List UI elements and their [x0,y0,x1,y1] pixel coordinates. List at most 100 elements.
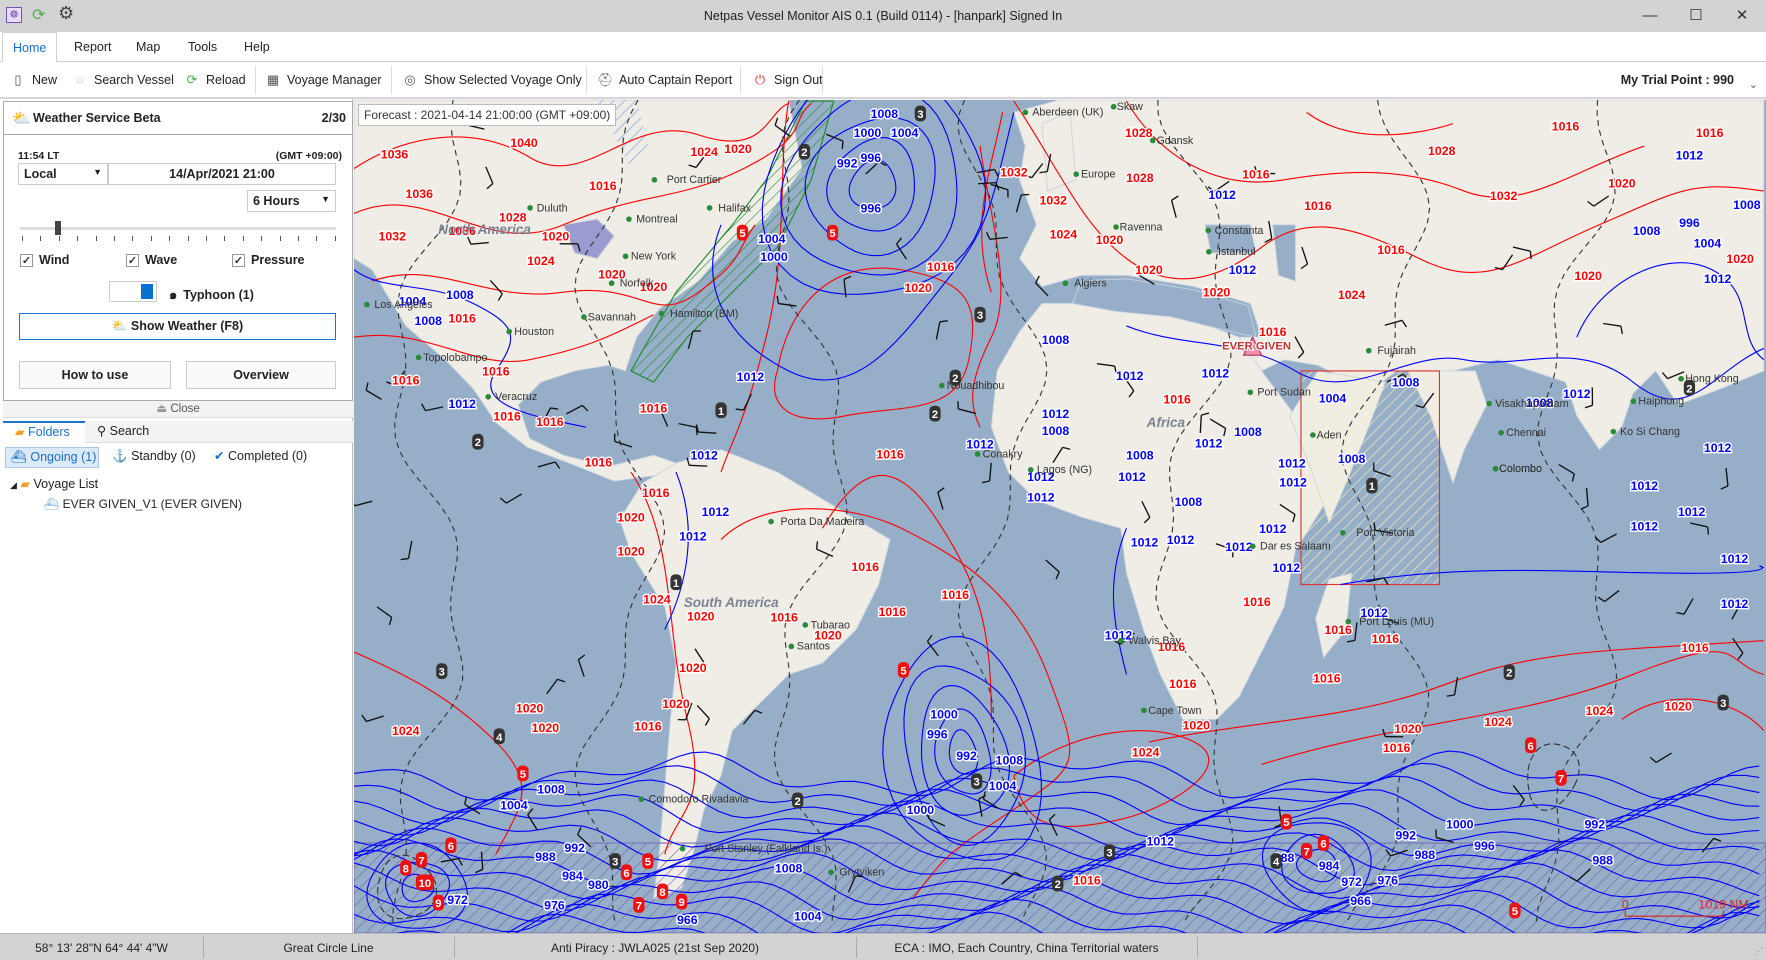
tree-voyage-item[interactable]: ⛴ EVER GIVEN_V1 (EVER GIVEN) [44,496,242,512]
toggle-knob [141,284,153,299]
svg-text:Colombo: Colombo [1499,463,1542,475]
svg-text:Santos: Santos [797,641,830,653]
slider-thumb[interactable] [54,221,61,235]
anti-piracy-status[interactable]: Anti Piracy : JWLA025 (21st Sep 2020) [454,941,856,955]
port-marker[interactable]: Gdansk [1149,135,1194,147]
minimize-button[interactable]: — [1630,4,1670,28]
low-pressure-label: 1012 [1259,522,1287,536]
resize-grip-icon[interactable]: ⋰ [1754,946,1763,957]
close-weather-panel-button[interactable]: ⏏ Close [3,401,353,418]
expand-triangle-icon[interactable]: ◢ [10,480,17,490]
weather-sun-cloud-icon: ⛅ [12,110,31,127]
high-pressure-label: 1016 [536,415,564,429]
maximize-button[interactable]: ☐ [1676,4,1716,28]
close-window-button[interactable]: ✕ [1722,4,1762,28]
weather-map[interactable]: 1040 1036 1036 1032 1036 1028 1020 1024 1020 1016… [354,100,1766,933]
port-marker[interactable]: Dar es Salaam [1249,541,1331,553]
low-pressure-label: 1012 [1042,407,1070,421]
pressure-checkbox[interactable]: ✓ Pressure [232,253,305,267]
high-wave-label: 8 [656,883,669,900]
low-pressure-label: 992 [1395,829,1416,843]
port-marker[interactable]: Hong Kong [1678,373,1739,385]
show-weather-button[interactable]: ⛅ Show Weather (F8) [19,313,336,340]
eca-status[interactable]: ECA : IMO, Each Country, China Territori… [856,941,1197,955]
port-marker[interactable]: Algiers [1062,278,1107,290]
chevron-down-icon[interactable]: ⌄ [1749,78,1758,91]
map-canvas[interactable]: 1040103610361032 103610281020102410201016… [354,100,1766,933]
low-pressure-label: 1004 [500,798,528,812]
port-marker[interactable]: Port Louis (MU) [1345,616,1434,628]
port-marker[interactable]: Comodoro Rivadavia [638,794,749,806]
vessel-name-label[interactable]: EVER GIVEN [1221,339,1292,353]
menu-help[interactable]: Help [234,32,280,62]
show-selected-voyage-button[interactable]: ◎ Show Selected Voyage Only [402,62,581,97]
high-pressure-label: 1020 [1574,269,1602,283]
menu-tools[interactable]: Tools [178,32,227,62]
port-marker[interactable]: Ko Si Chang [1610,426,1680,438]
filter-completed[interactable]: ✔ Completed (0) [214,447,307,468]
timezone-select[interactable]: Local ▼ [18,163,108,185]
port-marker[interactable]: Port Sudan [1247,387,1311,399]
power-icon: ⏻ [754,71,766,87]
high-wave-label: 5 [1509,902,1521,919]
sign-out-button[interactable]: ⏻ Sign Out [752,62,823,97]
port-marker[interactable]: Los Angeles [364,299,433,311]
port-marker[interactable]: Haiphong [1630,396,1685,408]
low-pressure-label: 966 [677,913,698,927]
port-marker[interactable]: Tubarao [802,619,850,631]
port-marker[interactable]: Visakhapatnam [1486,398,1569,410]
forecast-datetime-field[interactable]: 14/Apr/2021 21:00 [108,163,336,185]
high-pressure-label: 1020 [904,281,932,295]
voyage-manager-button[interactable]: ▦ Voyage Manager [265,62,382,97]
port-marker[interactable]: Houston [506,326,554,338]
port-marker[interactable]: Aberdeen (UK) [1022,107,1104,119]
wind-checkbox[interactable]: ✓ Wind [20,253,69,267]
reload-button[interactable]: ⟳ Reload [184,62,246,97]
port-marker[interactable]: Lagos (NG) [1027,464,1092,476]
overview-button[interactable]: Overview [186,361,336,389]
port-marker[interactable]: Savannah [581,311,636,323]
svg-text:Algiers: Algiers [1074,278,1107,290]
wave-checkbox[interactable]: ✓ Wave [126,253,177,267]
low-pressure-label: 1008 [775,861,803,875]
tab-folders[interactable]: ▰ Folders [3,421,85,443]
filter-ongoing[interactable]: ⛴ Ongoing (1) [5,447,99,468]
low-pressure-label: 1012 [1678,505,1706,519]
high-pressure-label: 1040 [510,136,538,150]
port-marker[interactable]: Colombo [1492,463,1542,475]
filter-standby[interactable]: ⚓ Standby (0) [112,447,196,468]
low-pressure-label: 1008 [1392,376,1420,390]
slider-tick [22,236,23,241]
new-button[interactable]: ▯ New [10,62,57,97]
port-marker[interactable]: Constanta [1205,225,1263,237]
interval-select[interactable]: 6 Hours ▼ [247,190,336,212]
tree-voyage-list[interactable]: ◢ ▰ Voyage List [10,476,98,493]
port-marker[interactable]: Porta Da Madeira [768,516,864,528]
port-marker[interactable]: Topolobampo [415,352,488,364]
high-pressure-isobar [773,267,974,420]
port-marker[interactable]: Ravenna [1113,221,1163,233]
port-marker[interactable]: Conakry [974,448,1023,460]
port-marker[interactable]: New York [622,251,677,263]
tab-search[interactable]: ⚲ Search [85,421,353,443]
search-vessel-button[interactable]: ◌ Search Vessel [72,62,174,97]
svg-text:Lagos (NG): Lagos (NG) [1037,464,1092,476]
auto-captain-report-button[interactable]: ⛑ Auto Captain Report [597,62,732,97]
high-wave-label: 7 [633,897,645,913]
menu-report[interactable]: Report [64,32,122,62]
how-to-use-button[interactable]: How to use [19,361,171,389]
high-pressure-label: 1020 [617,511,645,525]
route-mode[interactable]: Great Circle Line [203,941,454,955]
trial-point: My Trial Point : 990 [1620,73,1734,87]
port-marker[interactable]: Hamilton (BM) [658,308,739,320]
port-marker[interactable]: Nouadhibou [938,380,1004,392]
high-pressure-label: 1016 [634,720,662,734]
high-wave-label: 7 [1300,843,1313,859]
typhoon-toggle[interactable] [109,281,157,302]
menu-map[interactable]: Map [126,32,170,62]
forecast-time-slider[interactable] [20,227,336,230]
port-marker[interactable]: Walvis Bay [1117,635,1181,647]
port-marker[interactable]: Chennai [1498,427,1546,439]
port-marker[interactable]: Cape Town [1141,705,1202,717]
menu-home[interactable]: Home [2,32,58,63]
